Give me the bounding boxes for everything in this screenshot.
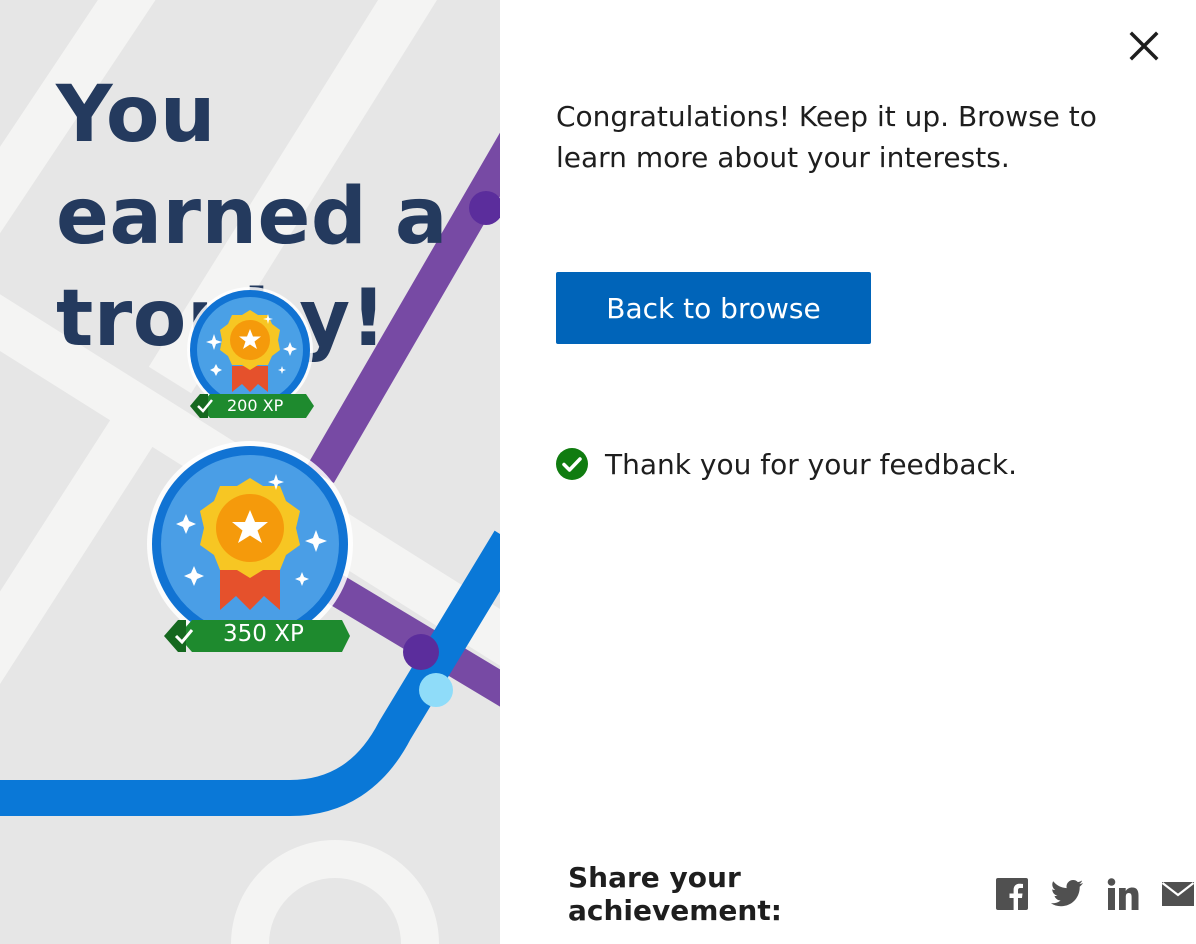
share-email-button[interactable] (1161, 876, 1196, 912)
linkedin-icon (1107, 878, 1139, 910)
close-icon (1129, 31, 1159, 61)
congratulations-message: Congratulations! Keep it up. Browse to l… (556, 100, 1097, 174)
feedback-text: Thank you for your feedback. (605, 447, 1018, 481)
check-circle-icon (556, 448, 588, 480)
xp-label: 200 XP (227, 396, 284, 415)
feedback-confirmation: Thank you for your feedback. (556, 444, 1017, 484)
badge-200-xp: 200 XP (186, 287, 316, 424)
email-icon (1162, 882, 1195, 906)
share-facebook-button[interactable] (994, 876, 1029, 912)
share-bar: Share your achievement: (568, 861, 1196, 927)
close-button[interactable] (1124, 26, 1164, 66)
share-twitter-button[interactable] (1050, 876, 1085, 912)
twitter-icon (1051, 880, 1084, 907)
back-to-browse-button[interactable]: Back to browse (556, 272, 871, 344)
facebook-icon (995, 878, 1028, 910)
share-linkedin-button[interactable] (1105, 876, 1140, 912)
xp-label: 350 XP (223, 621, 304, 647)
badge-350-xp: 350 XP (146, 441, 356, 658)
share-label: Share your achievement: (568, 861, 782, 927)
illustration-panel: You earned a trophy! (0, 0, 500, 944)
